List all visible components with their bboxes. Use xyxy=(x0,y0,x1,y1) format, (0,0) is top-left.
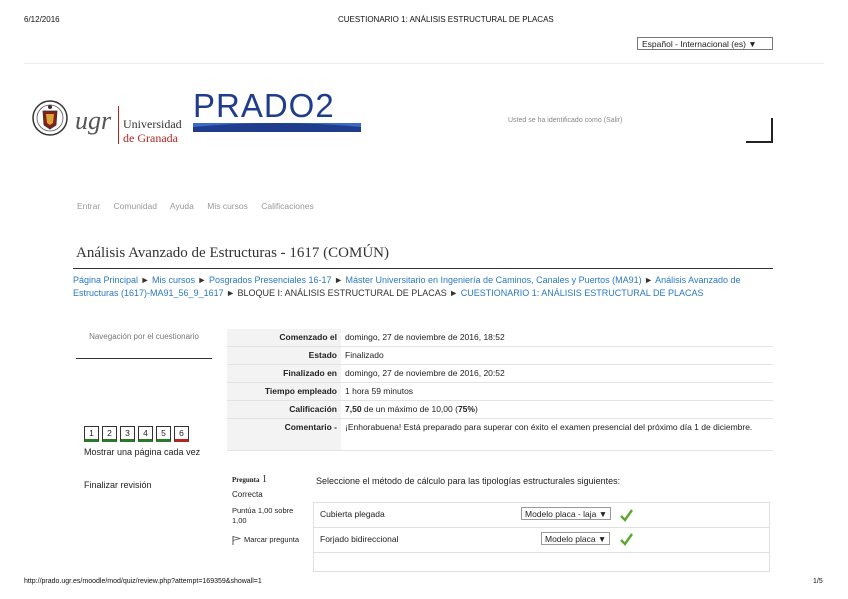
logo-separator xyxy=(118,106,119,144)
breadcrumb-item[interactable]: Mis cursos xyxy=(152,275,195,285)
university-name-line2: de Granada xyxy=(123,131,178,145)
breadcrumb-separator: ► xyxy=(197,275,207,285)
breadcrumb-separator: ► xyxy=(334,275,343,285)
nav-item-comunidad[interactable]: Comunidad xyxy=(114,201,157,211)
summary-row: Finalizado en domingo, 27 de noviembre d… xyxy=(227,364,773,383)
breadcrumb-separator: ► xyxy=(449,288,459,298)
print-footer-url: http://prado.ugr.es/moodle/mod/quiz/revi… xyxy=(24,578,262,585)
university-crest-icon xyxy=(32,100,68,136)
show-one-page-link[interactable]: Mostrar una página cada vez xyxy=(84,446,204,458)
language-select[interactable]: Español - Internacional (es) ▼ xyxy=(637,37,773,50)
login-info[interactable]: Usted se ha identificado como (Salir) xyxy=(508,117,622,124)
summary-label: Finalizado en xyxy=(227,364,341,383)
flag-question-label: Marcar pregunta xyxy=(244,535,300,544)
answer-row-label: Cubierta plegada xyxy=(320,509,385,519)
question-number-value: 1 xyxy=(261,474,267,485)
print-footer-page: 1/5 xyxy=(813,578,823,585)
user-menu-corner[interactable] xyxy=(746,118,773,143)
nav-item-mis-cursos[interactable]: Mis cursos xyxy=(207,201,248,211)
flag-icon xyxy=(232,535,242,545)
answer-row: Cubierta plegada Modelo placa - laja ▼ xyxy=(314,503,769,528)
question-state: Correcta xyxy=(232,490,263,499)
course-title: Análisis Avanzado de Estructuras - 1617 … xyxy=(76,245,389,261)
breadcrumb-item[interactable]: Máster Universitario en Ingeniería de Ca… xyxy=(346,275,642,285)
correct-check-icon xyxy=(620,533,633,546)
summary-value: Finalizado xyxy=(341,346,773,365)
grade-percent: 75% xyxy=(457,404,475,414)
prado-logo-text: PRADO2 xyxy=(193,89,335,124)
flag-question-button[interactable]: Marcar pregunta xyxy=(232,535,302,545)
grade-value: 7,50 xyxy=(345,404,362,414)
answer-select[interactable]: Modelo placa ▼ xyxy=(541,532,611,545)
question-score: Puntúa 1,00 sobre 1,00 xyxy=(232,506,294,525)
summary-row: Comenzado el domingo, 27 de noviembre de… xyxy=(227,329,773,347)
quiz-nav-button[interactable]: 6 xyxy=(174,426,189,442)
answer-row: Forjado bidireccional Modelo placa ▼ xyxy=(314,528,769,553)
prado-logo[interactable]: PRADO2 xyxy=(193,89,361,139)
summary-value: 1 hora 59 minutos xyxy=(341,382,773,401)
quiz-nav-button[interactable]: 3 xyxy=(120,426,135,442)
summary-label: Tiempo empleado xyxy=(227,382,341,401)
main-nav: Entrar Comunidad Ayuda Mis cursos Califi… xyxy=(77,201,325,211)
question-prefix: Pregunta xyxy=(232,476,260,484)
grade-max: de un máximo de 10,00 ( xyxy=(361,404,458,414)
quiz-nav-divider xyxy=(76,358,212,359)
summary-label: Calificación xyxy=(227,400,341,419)
summary-row: Tiempo empleado 1 hora 59 minutos xyxy=(227,382,773,401)
finish-review-link[interactable]: Finalizar revisión xyxy=(84,480,152,490)
breadcrumb-item[interactable]: Posgrados Presenciales 16-17 xyxy=(209,275,332,285)
summary-value: domingo, 27 de noviembre de 2016, 20:52 xyxy=(341,364,773,383)
quiz-nav-button[interactable]: 2 xyxy=(102,426,117,442)
university-name-line1: Universidad xyxy=(123,117,182,131)
question-text: Seleccione el método de cálculo para las… xyxy=(316,476,621,486)
breadcrumb-item-current-section: BLOQUE I: ANÁLISIS ESTRUCTURAL DE PLACAS xyxy=(237,288,447,298)
summary-value-grade: 7,50 de un máximo de 10,00 (75%) xyxy=(341,400,773,419)
nav-item-entrar[interactable]: Entrar xyxy=(77,201,100,211)
summary-row: Comentario - ¡Enhorabuena! Está preparad… xyxy=(227,418,773,451)
summary-value: domingo, 27 de noviembre de 2016, 18:52 xyxy=(341,329,773,347)
grade-close: ) xyxy=(474,404,478,414)
ugr-wordmark: ugr xyxy=(75,106,112,135)
quiz-nav-button[interactable]: 4 xyxy=(138,426,153,442)
answer-select[interactable]: Modelo placa - laja ▼ xyxy=(521,507,612,520)
attempt-summary-table: Comenzado el domingo, 27 de noviembre de… xyxy=(227,329,773,451)
summary-row: Estado Finalizado xyxy=(227,346,773,365)
quiz-nav-button[interactable]: 1 xyxy=(84,426,99,442)
print-date: 6/12/2016 xyxy=(24,15,60,24)
summary-value: ¡Enhorabuena! Está preparado para supera… xyxy=(341,418,773,451)
summary-label: Comenzado el xyxy=(227,329,341,347)
answer-row-label: Forjado bidireccional xyxy=(320,534,399,544)
breadcrumb-item[interactable]: CUESTIONARIO 1: ANÁLISIS ESTRUCTURAL DE … xyxy=(461,288,704,298)
quiz-nav-title: Navegación por el cuestionario xyxy=(89,332,199,341)
quiz-nav-button[interactable]: 5 xyxy=(156,426,171,442)
breadcrumb-separator: ► xyxy=(226,288,236,298)
breadcrumb-separator: ► xyxy=(644,275,654,285)
correct-check-icon xyxy=(620,509,633,522)
summary-label: Estado xyxy=(227,346,341,365)
breadcrumb-separator: ► xyxy=(140,275,150,285)
question-number: Pregunta 1 xyxy=(232,474,267,485)
print-title: CUESTIONARIO 1: ANÁLISIS ESTRUCTURAL DE … xyxy=(338,15,554,24)
breadcrumb-item[interactable]: Página Principal xyxy=(73,275,138,285)
breadcrumb: Página Principal ► Mis cursos ► Posgrado… xyxy=(73,274,773,300)
question-answer-table: Cubierta plegada Modelo placa - laja ▼ F… xyxy=(313,502,770,572)
header-divider xyxy=(24,63,824,64)
quiz-nav-buttons: 1 2 3 4 5 6 xyxy=(84,426,189,442)
summary-label: Comentario - xyxy=(227,418,341,451)
summary-row: Calificación 7,50 de un máximo de 10,00 … xyxy=(227,400,773,419)
nav-item-calificaciones[interactable]: Calificaciones xyxy=(261,201,313,211)
course-title-divider xyxy=(73,268,773,269)
nav-item-ayuda[interactable]: Ayuda xyxy=(170,201,194,211)
